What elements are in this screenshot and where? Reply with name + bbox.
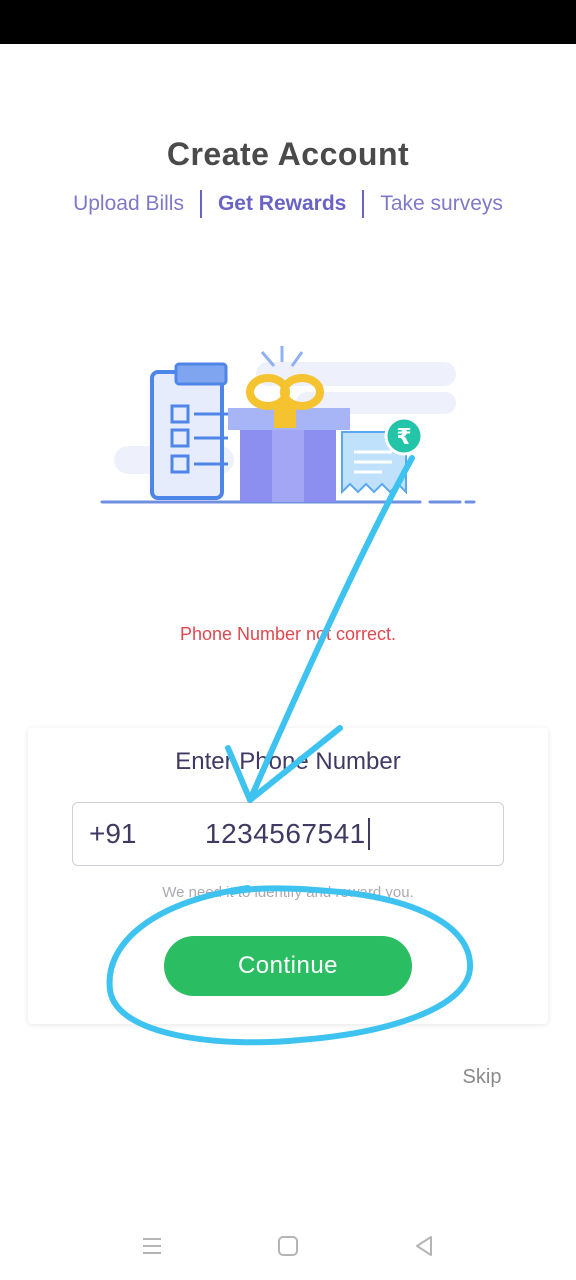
rewards-illustration: ₹ xyxy=(100,346,476,504)
skip-link[interactable]: Skip xyxy=(440,1066,524,1089)
menu-icon[interactable] xyxy=(136,1230,168,1262)
phone-number-input[interactable]: 1234567541 xyxy=(205,818,366,850)
clipboard-checklist-icon xyxy=(150,362,228,500)
rupee-coin-icon: ₹ xyxy=(384,416,424,456)
tagline-take-surveys: Take surveys xyxy=(380,192,503,215)
rupee-symbol: ₹ xyxy=(396,425,411,450)
continue-button[interactable]: Continue xyxy=(164,936,412,996)
tagline-row: Upload Bills Get Rewards Take surveys xyxy=(0,190,576,218)
error-message: Phone Number not correct. xyxy=(179,624,397,644)
home-icon[interactable] xyxy=(272,1230,304,1262)
phone-helper-text: We need it to identify and reward you. xyxy=(162,884,414,901)
country-code-selector[interactable]: +91 xyxy=(89,818,205,850)
phone-form-card: Enter Phone Number +91 1234567541 We nee… xyxy=(28,728,548,1024)
tagline-get-rewards: Get Rewards xyxy=(217,192,347,215)
tagline-upload-bills: Upload Bills xyxy=(73,192,184,215)
status-bar xyxy=(0,0,576,44)
text-caret xyxy=(367,818,370,850)
back-icon[interactable] xyxy=(408,1230,440,1262)
system-nav-bar xyxy=(0,1210,576,1280)
page-title: Create Account xyxy=(166,136,410,172)
phone-form-heading: Enter Phone Number xyxy=(175,748,401,775)
phone-number-field[interactable]: +91 1234567541 xyxy=(72,802,504,866)
app-screen: Create Account Upload Bills Get Rewards … xyxy=(0,0,576,1280)
